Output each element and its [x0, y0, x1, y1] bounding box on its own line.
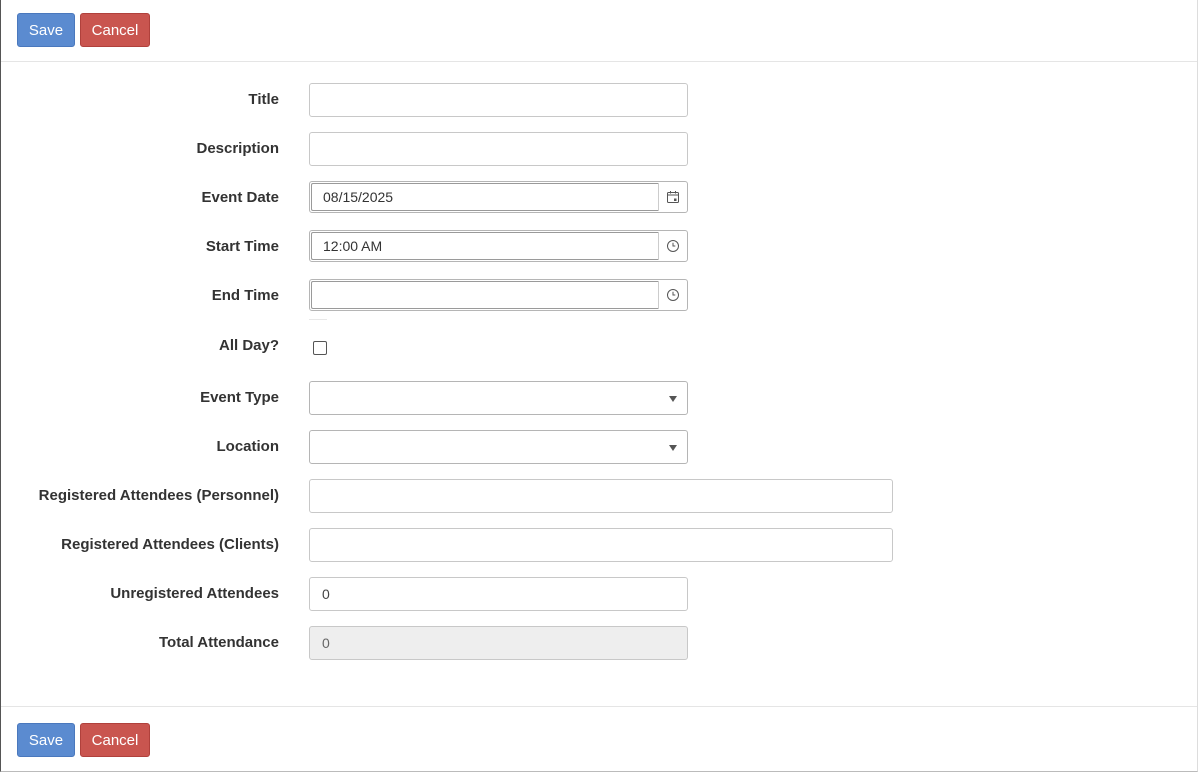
event-type-label: Event Type — [200, 389, 279, 406]
clock-icon[interactable] — [658, 232, 686, 260]
all-day-checkbox[interactable] — [313, 341, 327, 355]
cancel-button[interactable]: Cancel — [80, 723, 150, 757]
top-toolbar: Save Cancel — [1, 0, 1197, 62]
registered-clients-input[interactable] — [309, 528, 893, 562]
save-button[interactable]: Save — [17, 13, 75, 47]
unregistered-input[interactable]: 0 — [309, 577, 688, 611]
event-date-input[interactable]: 08/15/2025 — [311, 183, 659, 211]
total-attendance-label: Total Attendance — [158, 634, 279, 651]
description-input[interactable] — [309, 132, 688, 166]
event-type-select[interactable] — [309, 381, 688, 415]
save-button[interactable]: Save — [17, 723, 75, 757]
all-day-label: All Day? — [218, 337, 279, 354]
unregistered-label: Unregistered Attendees — [110, 585, 279, 602]
end-time-label: End Time — [211, 287, 279, 304]
end-time-input[interactable] — [311, 281, 659, 309]
title-label: Title — [248, 91, 279, 108]
title-input[interactable] — [309, 83, 688, 117]
description-label: Description — [196, 140, 279, 157]
location-label: Location — [216, 438, 280, 455]
registered-clients-label: Registered Attendees (Clients) — [61, 536, 279, 553]
event-date-label: Event Date — [201, 189, 279, 206]
total-attendance-input: 0 — [309, 626, 688, 660]
clock-icon[interactable] — [658, 281, 686, 309]
calendar-icon[interactable] — [658, 183, 686, 211]
start-time-picker: 12:00 AM — [309, 230, 688, 262]
registered-personnel-input[interactable] — [309, 479, 893, 513]
chevron-down-icon — [669, 445, 677, 451]
cancel-button[interactable]: Cancel — [80, 13, 150, 47]
start-time-input[interactable]: 12:00 AM — [311, 232, 659, 260]
start-time-label: Start Time — [205, 238, 279, 255]
divider — [309, 319, 327, 320]
registered-personnel-label: Registered Attendees (Personnel) — [38, 487, 279, 504]
bottom-toolbar: Save Cancel — [1, 706, 1197, 772]
event-date-picker: 08/15/2025 — [309, 181, 688, 213]
end-time-picker — [309, 279, 688, 311]
chevron-down-icon — [669, 396, 677, 402]
location-select[interactable] — [309, 430, 688, 464]
form-window: Save Cancel Title Description Event Date… — [0, 0, 1198, 772]
